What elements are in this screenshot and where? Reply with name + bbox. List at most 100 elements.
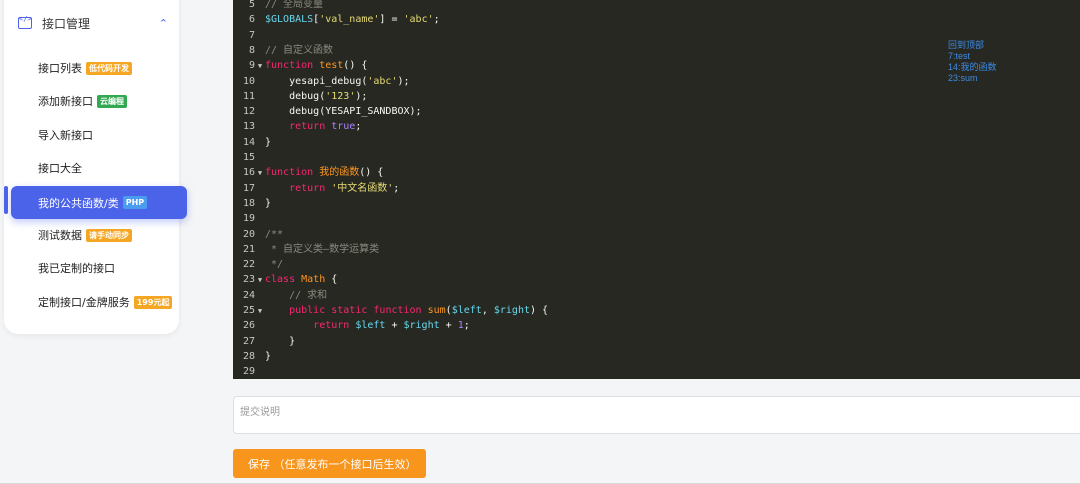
line-number: 9 bbox=[248, 60, 255, 72]
sidebar-item[interactable]: 导入新接口 bbox=[12, 120, 186, 150]
gutter-spacer bbox=[255, 136, 265, 151]
code-line: 27 } bbox=[233, 334, 933, 349]
sidebar-item[interactable]: 测试数据 请手动同步 bbox=[12, 220, 186, 250]
code-line: 9 ▼ function test() { bbox=[233, 58, 933, 73]
code-line: 25 ▼ public static function sum($left, $r… bbox=[233, 303, 933, 318]
line-number: 5 bbox=[248, 0, 255, 10]
code-line: 26 return $left + $right + 1; bbox=[233, 318, 933, 333]
gutter-spacer bbox=[255, 29, 265, 44]
line-number: 11 bbox=[242, 90, 255, 102]
line-number: 17 bbox=[242, 182, 255, 194]
code-text: class Math { bbox=[265, 274, 338, 286]
gutter-spacer bbox=[255, 90, 265, 105]
outline-link[interactable]: 14:我的函数 bbox=[948, 62, 997, 73]
fold-toggle-icon[interactable]: ▼ bbox=[255, 273, 265, 288]
code-line: 22 */ bbox=[233, 257, 933, 272]
fold-toggle-icon[interactable]: ▼ bbox=[255, 166, 265, 181]
code-line: 15 bbox=[233, 150, 933, 165]
code-text: */ bbox=[265, 259, 284, 271]
line-number: 23 bbox=[242, 274, 255, 286]
sidebar-item[interactable]: 添加新接口 云编程 bbox=[12, 86, 186, 116]
sidebar-item[interactable]: 我已定制的接口 bbox=[12, 253, 186, 283]
code-line: 6 $GLOBALS['val_name'] = 'abc'; bbox=[233, 12, 933, 27]
code-line: 28 } bbox=[233, 349, 933, 364]
sidebar-item-label: 导入新接口 bbox=[38, 129, 93, 142]
sidebar-item-badge: 请手动同步 bbox=[86, 228, 132, 242]
gutter-spacer bbox=[255, 212, 265, 227]
line-number: 28 bbox=[242, 350, 255, 362]
code-line: 24 // 求和 bbox=[233, 288, 933, 303]
code-text: return '中文名函数'; bbox=[289, 182, 400, 194]
code-text: * 自定义类—数学运算类 bbox=[265, 243, 380, 255]
code-line: 29 bbox=[233, 364, 933, 379]
gutter-spacer bbox=[255, 289, 265, 304]
sidebar-item[interactable]: 我的公共函数/类 PHP bbox=[11, 186, 187, 219]
code-line: 12 debug(YESAPI_SANDBOX); bbox=[233, 104, 933, 119]
line-number: 29 bbox=[242, 366, 255, 378]
gutter-spacer bbox=[255, 197, 265, 212]
chevron-up-icon[interactable]: ⌃ bbox=[159, 17, 168, 30]
line-number: 18 bbox=[242, 197, 255, 209]
line-number: 27 bbox=[242, 335, 255, 347]
line-number: 16 bbox=[242, 167, 255, 179]
outline-link[interactable]: 回到顶部 bbox=[948, 40, 997, 51]
fold-toggle-icon[interactable]: ▼ bbox=[255, 304, 265, 319]
gutter-spacer bbox=[255, 335, 265, 350]
code-text: $GLOBALS['val_name'] = 'abc'; bbox=[265, 14, 440, 26]
code-line: 18 } bbox=[233, 196, 933, 211]
gutter-spacer bbox=[255, 350, 265, 365]
code-line: 17 return '中文名函数'; bbox=[233, 181, 933, 196]
fold-toggle-icon[interactable]: ▼ bbox=[255, 59, 265, 74]
line-number: 12 bbox=[242, 106, 255, 118]
code-icon bbox=[18, 15, 32, 29]
code-line: 13 return true; bbox=[233, 119, 933, 134]
code-line: 7 bbox=[233, 28, 933, 43]
line-number: 26 bbox=[242, 320, 255, 332]
line-number: 14 bbox=[242, 136, 255, 148]
sidebar-item-label: 定制接口/金牌服务 bbox=[38, 296, 130, 309]
gutter-spacer bbox=[255, 365, 265, 380]
line-number: 10 bbox=[242, 75, 255, 87]
gutter-spacer bbox=[255, 120, 265, 135]
line-number: 6 bbox=[248, 14, 255, 26]
gutter-spacer bbox=[255, 75, 265, 90]
active-indicator bbox=[4, 186, 8, 214]
gutter-spacer bbox=[255, 182, 265, 197]
line-number: 20 bbox=[242, 228, 255, 240]
gutter-spacer bbox=[255, 243, 265, 258]
code-text: debug(YESAPI_SANDBOX); bbox=[289, 106, 422, 118]
code-line: 19 bbox=[233, 211, 933, 226]
sidebar-item-label: 接口大全 bbox=[38, 162, 82, 175]
code-line: 8 // 自定义函数 bbox=[233, 43, 933, 58]
outline-link[interactable]: 7:test bbox=[948, 51, 997, 62]
code-line: 23 ▼ class Math { bbox=[233, 272, 933, 287]
sidebar: 接口管理 ⌃ 接口列表低代码开发添加新接口云编程导入新接口接口大全我的公共函数/… bbox=[4, 0, 187, 334]
line-number: 21 bbox=[242, 243, 255, 255]
code-text: // 全局变量 bbox=[265, 0, 324, 10]
code-text: function 我的函数() { bbox=[265, 167, 384, 179]
sidebar-item-badge: PHP bbox=[122, 196, 148, 209]
line-number: 13 bbox=[242, 121, 255, 133]
code-line: 10 yesapi_debug('abc'); bbox=[233, 74, 933, 89]
line-number: 22 bbox=[242, 259, 255, 271]
outline-link[interactable]: 23:sum bbox=[948, 73, 997, 84]
save-button[interactable]: 保存 （任意发布一个接口后生效） bbox=[233, 449, 426, 478]
code-text: // 自定义函数 bbox=[265, 44, 334, 56]
gutter-spacer bbox=[255, 319, 265, 334]
line-number: 24 bbox=[242, 289, 255, 301]
code-text: yesapi_debug('abc'); bbox=[289, 75, 410, 87]
sidebar-item-badge: 199元起 bbox=[133, 295, 173, 309]
sidebar-item-badge: 低代码开发 bbox=[86, 61, 132, 75]
code-text: function test() { bbox=[265, 60, 368, 72]
sidebar-item[interactable]: 接口大全 bbox=[12, 153, 186, 183]
gutter-spacer bbox=[255, 228, 265, 243]
sidebar-item[interactable]: 定制接口/金牌服务 199元起 bbox=[12, 287, 186, 317]
line-number: 15 bbox=[242, 152, 255, 163]
commit-message-input[interactable] bbox=[233, 396, 1080, 434]
sidebar-item-label: 我的公共函数/类 bbox=[38, 196, 119, 210]
sidebar-item-badge: 云编程 bbox=[97, 94, 127, 108]
code-line: 14 } bbox=[233, 135, 933, 150]
sidebar-item[interactable]: 接口列表 低代码开发 bbox=[12, 53, 186, 83]
menu-group-api-management[interactable]: 接口管理 ⌃ bbox=[16, 8, 176, 38]
gutter-spacer bbox=[255, 151, 265, 166]
